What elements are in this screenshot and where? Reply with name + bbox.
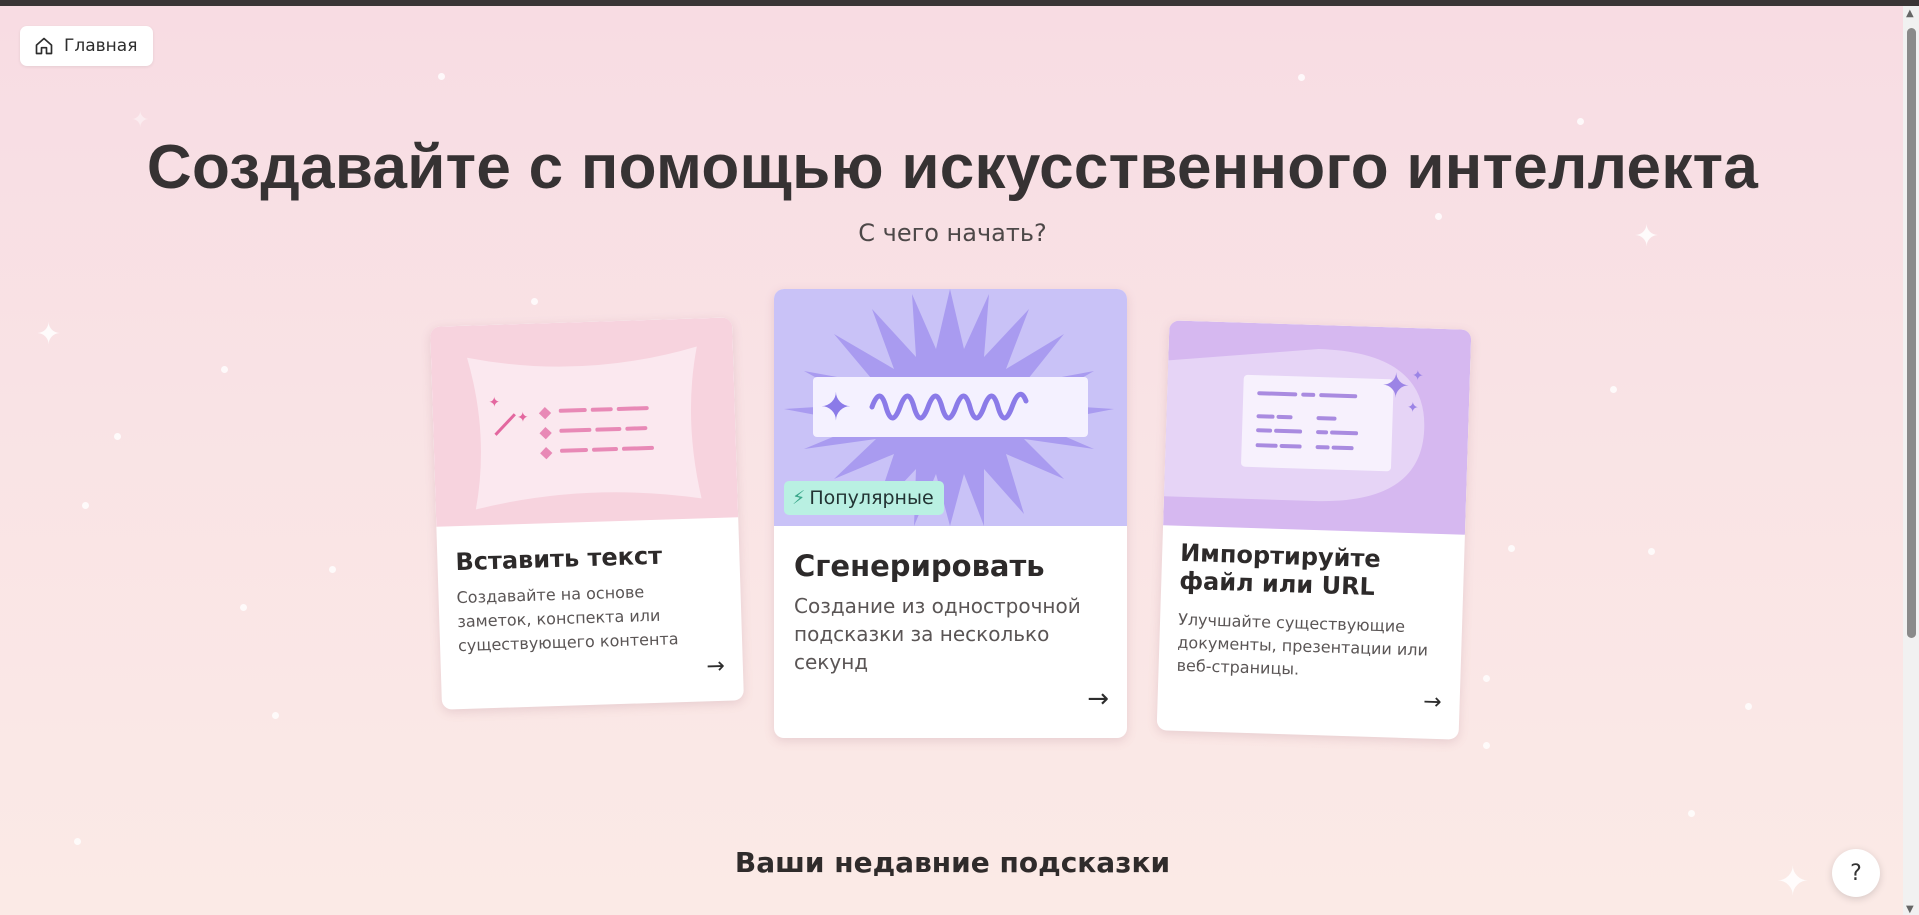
paste-text-card[interactable]: ✦ ✦ ◆ ◆ ◆ Вставить текст Создавайте на о… [430,317,744,710]
svg-text:◆: ◆ [540,442,554,461]
svg-text:✦: ✦ [517,410,529,426]
popular-badge-label: Популярные [809,487,934,509]
import-file-card[interactable]: ✦ ✦ ✦ Импортируйте файл или URL Улучшайт… [1156,320,1472,740]
sparkle-icon: ✦ [131,108,150,133]
home-icon [35,37,53,55]
home-button[interactable]: Главная [20,26,153,66]
sparkle-icon: ✦ [36,317,62,352]
lightning-icon: ⚡ [792,487,806,509]
scroll-down-icon[interactable]: ▼ [1906,904,1914,915]
paste-text-description: Создавайте на основе заметок, конспекта … [456,582,679,656]
svg-text:◆: ◆ [538,402,552,421]
arrow-right-icon[interactable]: → [1423,690,1442,716]
arrow-right-icon[interactable]: → [706,654,725,680]
scrollbar-thumb[interactable] [1907,28,1916,638]
generate-card[interactable]: ✦ ⚡ Популярные Сгенерировать Создание из… [774,289,1127,738]
svg-text:✦: ✦ [1412,368,1424,384]
help-button[interactable]: ? [1832,849,1880,897]
generate-description: Создание из однострочной подсказки за не… [794,594,1081,674]
home-label: Главная [64,36,138,56]
browser-top-bar [0,0,1919,6]
paste-text-illustration: ✦ ✦ ◆ ◆ ◆ [430,317,739,527]
arrow-right-icon[interactable]: → [1087,684,1109,714]
svg-text:◆: ◆ [539,422,553,441]
page-title: Создавайте с помощью искусственного инте… [146,133,1759,202]
page-scrollbar[interactable]: ▲ ▼ [1903,6,1919,915]
page-subtitle: С чего начать? [858,219,1047,247]
import-title: Импортируйте файл или URL [1178,538,1382,601]
svg-text:✦: ✦ [488,395,500,411]
help-icon: ? [1850,860,1862,886]
generate-title: Сгенерировать [794,549,1045,583]
paste-text-title: Вставить текст [455,541,663,577]
svg-text:✦: ✦ [1407,400,1419,416]
scroll-up-icon[interactable]: ▲ [1906,8,1914,19]
import-description: Улучшайте существующие документы, презен… [1176,609,1429,679]
recent-prompts-heading: Ваши недавние подсказки [734,846,1171,879]
popular-badge: ⚡ Популярные [784,481,944,515]
generate-illustration: ✦ ⚡ Популярные [774,289,1127,526]
svg-text:✦: ✦ [820,385,852,429]
import-illustration: ✦ ✦ ✦ [1163,320,1472,535]
